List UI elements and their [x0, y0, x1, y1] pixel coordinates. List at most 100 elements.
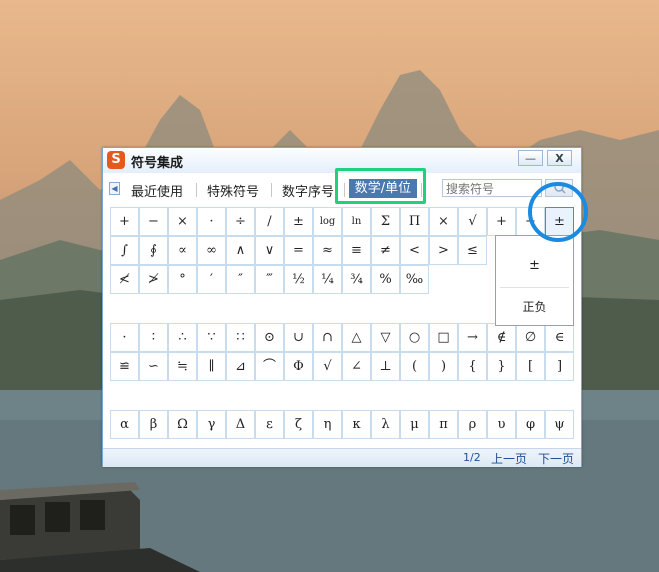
symbol-cell[interactable]: ∮: [139, 236, 168, 265]
symbol-cell[interactable]: ε: [255, 410, 284, 439]
symbol-cell[interactable]: ln: [342, 207, 371, 236]
symbol-cell[interactable]: ″: [226, 265, 255, 294]
symbol-cell[interactable]: =: [284, 236, 313, 265]
symbol-cell[interactable]: ⊿: [226, 352, 255, 381]
symbol-cell[interactable]: υ: [487, 410, 516, 439]
highlight-box-green: [335, 168, 426, 204]
symbol-cell[interactable]: ∈: [545, 323, 574, 352]
symbol-cell[interactable]: Φ: [284, 352, 313, 381]
symbol-cell[interactable]: %: [371, 265, 400, 294]
symbol-cell[interactable]: ∴: [168, 323, 197, 352]
symbol-cell[interactable]: π: [429, 410, 458, 439]
tab-separator: [271, 183, 272, 197]
symbol-cell[interactable]: ∧: [226, 236, 255, 265]
symbol-cell[interactable]: ]: [545, 352, 574, 381]
minimize-button[interactable]: —: [518, 150, 543, 166]
symbol-cell[interactable]: °: [168, 265, 197, 294]
symbol-cell[interactable]: ∠: [342, 352, 371, 381]
tab-number-sequence[interactable]: 数字序号: [282, 181, 334, 200]
symbol-cell[interactable]: ÷: [226, 207, 255, 236]
prev-page-link[interactable]: 上一页: [491, 450, 527, 467]
symbol-cell[interactable]: ∨: [255, 236, 284, 265]
symbol-cell[interactable]: ≌: [110, 352, 139, 381]
symbol-cell[interactable]: △: [342, 323, 371, 352]
symbol-cell[interactable]: }: [487, 352, 516, 381]
symbol-cell[interactable]: β: [139, 410, 168, 439]
symbol-cell[interactable]: ρ: [458, 410, 487, 439]
symbol-cell[interactable]: λ: [371, 410, 400, 439]
symbol-cell[interactable]: ≮: [110, 265, 139, 294]
symbol-cell[interactable]: ○: [400, 323, 429, 352]
symbol-cell[interactable]: ⊙: [255, 323, 284, 352]
symbol-cell[interactable]: ∝: [168, 236, 197, 265]
symbol-cell[interactable]: γ: [197, 410, 226, 439]
close-button[interactable]: X: [547, 150, 572, 166]
tab-special-symbols[interactable]: 特殊符号: [207, 181, 259, 200]
symbol-cell[interactable]: ∶: [139, 323, 168, 352]
symbol-cell[interactable]: ≠: [371, 236, 400, 265]
symbol-cell[interactable]: Σ: [371, 207, 400, 236]
symbol-cell[interactable]: ψ: [545, 410, 574, 439]
symbol-cell[interactable]: +: [110, 207, 139, 236]
symbol-cell[interactable]: ½: [284, 265, 313, 294]
symbol-cell[interactable]: <: [400, 236, 429, 265]
symbol-cell[interactable]: Δ: [226, 410, 255, 439]
symbol-cell[interactable]: η: [313, 410, 342, 439]
symbol-cell[interactable]: ∥: [197, 352, 226, 381]
symbol-cell[interactable]: φ: [516, 410, 545, 439]
symbol-cell[interactable]: ×: [429, 207, 458, 236]
tooltip-symbol: ±: [529, 258, 540, 273]
symbol-cell[interactable]: ∅: [516, 323, 545, 352]
symbol-cell[interactable]: ≤: [458, 236, 487, 265]
symbol-cell[interactable]: ∞: [197, 236, 226, 265]
symbol-cell[interactable]: ‰: [400, 265, 429, 294]
symbol-cell[interactable]: Ω: [168, 410, 197, 439]
symbol-cell[interactable]: ∵: [197, 323, 226, 352]
next-page-link[interactable]: 下一页: [538, 450, 574, 467]
symbol-cell[interactable]: ·: [110, 323, 139, 352]
symbol-cell[interactable]: ≈: [313, 236, 342, 265]
symbol-cell[interactable]: ⌒: [255, 352, 284, 381]
symbol-cell[interactable]: ∫: [110, 236, 139, 265]
symbol-cell[interactable]: /: [255, 207, 284, 236]
symbol-cell[interactable]: ≒: [168, 352, 197, 381]
symbol-cell[interactable]: κ: [342, 410, 371, 439]
symbol-cell[interactable]: μ: [400, 410, 429, 439]
symbol-cell[interactable]: √: [458, 207, 487, 236]
symbol-cell[interactable]: →: [458, 323, 487, 352]
symbol-cell[interactable]: ⊥: [371, 352, 400, 381]
symbol-cell[interactable]: +: [487, 207, 516, 236]
symbol-cell[interactable]: −: [139, 207, 168, 236]
symbol-cell[interactable]: ≯: [139, 265, 168, 294]
symbol-cell[interactable]: ∽: [139, 352, 168, 381]
symbol-cell[interactable]: ′: [197, 265, 226, 294]
symbol-cell[interactable]: □: [429, 323, 458, 352]
symbol-cell[interactable]: >: [429, 236, 458, 265]
tooltip-divider: [500, 287, 569, 288]
symbol-cell[interactable]: ≡: [342, 236, 371, 265]
symbol-cell[interactable]: ‴: [255, 265, 284, 294]
symbol-cell[interactable]: ∉: [487, 323, 516, 352]
symbol-cell[interactable]: ·: [197, 207, 226, 236]
symbol-cell[interactable]: ): [429, 352, 458, 381]
symbol-cell[interactable]: α: [110, 410, 139, 439]
symbol-cell[interactable]: ∪: [284, 323, 313, 352]
symbol-cell[interactable]: ±: [284, 207, 313, 236]
tooltip-symbol-name: 正负: [522, 300, 547, 314]
symbol-cell[interactable]: ∷: [226, 323, 255, 352]
symbol-cell[interactable]: Π: [400, 207, 429, 236]
tab-recent[interactable]: 最近使用: [131, 181, 183, 200]
symbol-cell[interactable]: ζ: [284, 410, 313, 439]
symbol-cell[interactable]: ¼: [313, 265, 342, 294]
symbol-cell[interactable]: ∩: [313, 323, 342, 352]
symbol-cell[interactable]: ¾: [342, 265, 371, 294]
symbol-cell[interactable]: [: [516, 352, 545, 381]
symbol-cell[interactable]: ▽: [371, 323, 400, 352]
symbol-cell[interactable]: (: [400, 352, 429, 381]
symbol-cell[interactable]: ×: [168, 207, 197, 236]
symbol-cell[interactable]: √: [313, 352, 342, 381]
symbol-cell[interactable]: {: [458, 352, 487, 381]
symbol-cell[interactable]: log: [313, 207, 342, 236]
search-symbol-input[interactable]: [442, 179, 542, 197]
tab-scroll-left-icon[interactable]: ◀: [109, 182, 120, 195]
